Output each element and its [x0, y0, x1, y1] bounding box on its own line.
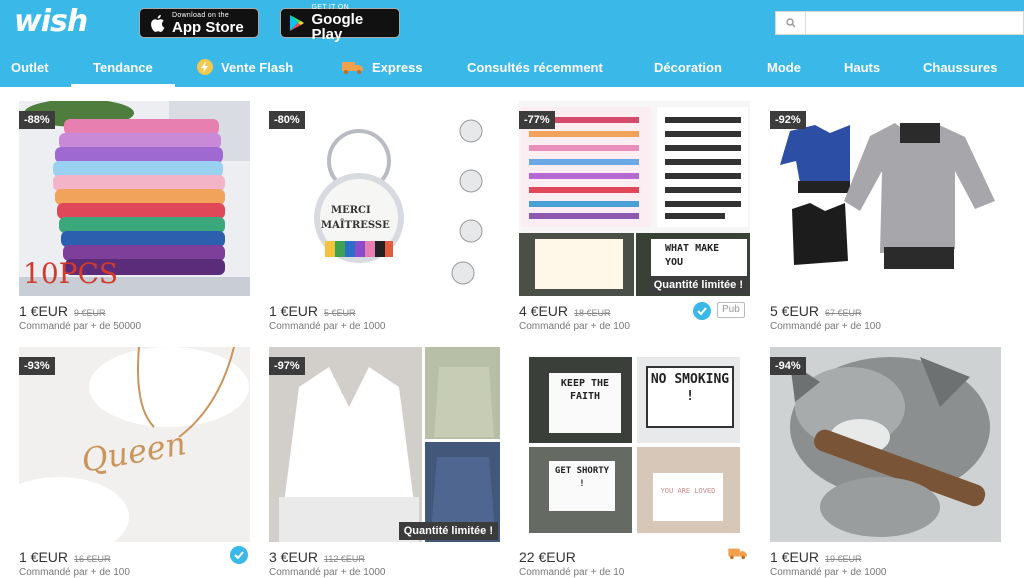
camisole-image [269, 347, 500, 542]
image-caption: MAÎTRESSE [321, 220, 390, 231]
truck-icon [727, 546, 749, 565]
image-caption: GET SHORTY ! [554, 466, 610, 489]
product-image[interactable]: WHAT MAKE YOU -77% Quantité limitée ! [519, 101, 750, 296]
product-price: 22 €EUR [519, 549, 576, 565]
app-store-label: App Store [172, 18, 244, 36]
google-play-small-label: GET IT ON [311, 4, 349, 11]
original-price: 19 €EUR [825, 554, 862, 564]
discount-badge: -80% [269, 111, 305, 129]
nav-label: Vente Flash [221, 59, 294, 75]
product-price: 1 €EUR [269, 303, 319, 319]
order-count: Commandé par + de 1000 [269, 567, 386, 578]
discount-badge: -97% [269, 357, 305, 375]
google-play-button[interactable]: GET IT ON Google Play [280, 4, 400, 42]
discount-badge: -92% [770, 111, 806, 129]
nav-label: Tendance [93, 59, 153, 75]
nav-vente-flash[interactable]: Vente Flash [196, 47, 293, 87]
nav-label: Chaussures [923, 59, 998, 75]
nav-label: Consultés récemment [467, 59, 603, 75]
product-image[interactable]: -94% [770, 347, 1001, 542]
product-image[interactable]: -97% Quantité limitée ! [269, 347, 500, 542]
nav-outlet[interactable]: Outlet [11, 47, 49, 87]
product-price: 1 €EUR [770, 549, 820, 565]
clothing-image [770, 101, 1001, 296]
nav-label: Mode [767, 59, 801, 75]
nav-label: Décoration [654, 59, 722, 75]
product-image[interactable]: MERCI MAÎTRESSE -80% [269, 101, 500, 296]
top-bar: wish Download on the App Store GET IT ON… [0, 0, 1024, 47]
nav-label: Outlet [11, 59, 49, 75]
product-price: 4 €EUR [519, 303, 569, 319]
sponsored-badge: Pub [717, 302, 745, 318]
image-caption: MERCI [331, 205, 371, 216]
cat-image [770, 347, 1001, 542]
order-count: Commandé par + de 100 [770, 321, 881, 332]
limited-quantity-badge: Quantité limitée ! [398, 522, 498, 540]
image-caption: KEEP THE FAITH [560, 378, 610, 402]
order-count: Commandé par + de 10 [519, 567, 625, 578]
apple-icon [148, 13, 166, 33]
nav-hauts[interactable]: Hauts [844, 47, 880, 87]
original-price: 9 €EUR [74, 308, 106, 318]
discount-badge: -77% [519, 111, 555, 129]
nav-recently-viewed[interactable]: Consultés récemment [467, 47, 603, 87]
search-input[interactable] [807, 12, 1023, 34]
app-store-button[interactable]: Download on the App Store [139, 8, 259, 38]
image-caption: WHAT MAKE YOU [665, 243, 720, 268]
order-count: Commandé par + de 100 [19, 567, 130, 578]
nav-decoration[interactable]: Décoration [654, 47, 722, 87]
discount-badge: -94% [770, 357, 806, 375]
nav-mode[interactable]: Mode [767, 47, 801, 87]
image-caption: YOU ARE LOVED [660, 487, 716, 495]
nav-chaussures[interactable]: Chaussures [923, 47, 997, 87]
discount-badge: -88% [19, 111, 55, 129]
category-nav: Outlet Tendance Vente Flash Express Cons… [0, 47, 1024, 87]
wish-logo[interactable]: wish [14, 4, 88, 39]
nav-express[interactable]: Express [341, 47, 423, 87]
discount-badge: -93% [19, 357, 55, 375]
original-price: 18 €EUR [574, 308, 611, 318]
order-count: Commandé par + de 1000 [269, 321, 386, 332]
nav-label: Express [372, 59, 423, 75]
search-icon[interactable] [776, 12, 806, 34]
search-box [775, 11, 1024, 35]
order-count: Commandé par + de 1000 [770, 567, 887, 578]
original-price: 112 €EUR [324, 554, 365, 564]
original-price: 67 €EUR [825, 308, 862, 318]
product-image[interactable]: Queen -93% [19, 347, 250, 542]
product-image[interactable]: -92% [770, 101, 1001, 296]
app-store-small-label: Download on the [172, 11, 230, 19]
verified-icon [230, 546, 248, 564]
image-caption: NO SMOKING ! [650, 372, 730, 404]
image-caption: 10PCS [23, 257, 119, 290]
keyring-image [269, 101, 500, 296]
flash-icon [196, 58, 214, 76]
product-price: 3 €EUR [269, 549, 319, 565]
google-play-label: Google Play [311, 11, 364, 43]
original-price: 16 €EUR [74, 554, 111, 564]
product-price: 5 €EUR [770, 303, 820, 319]
product-image[interactable]: KEEP THE FAITH NO SMOKING ! GET SHORTY !… [519, 347, 750, 542]
nav-tendance[interactable]: Tendance [71, 47, 175, 87]
product-price: 1 €EUR [19, 303, 69, 319]
play-icon [289, 13, 306, 33]
verified-icon [693, 302, 711, 320]
nav-label: Hauts [844, 59, 881, 75]
order-count: Commandé par + de 100 [519, 321, 630, 332]
original-price: 5 €EUR [324, 308, 356, 318]
limited-quantity-badge: Quantité limitée ! [648, 276, 748, 294]
product-image[interactable]: 10PCS -88% [19, 101, 250, 296]
order-count: Commandé par + de 50000 [19, 321, 142, 332]
truck-icon [341, 59, 365, 75]
product-price: 1 €EUR [19, 549, 69, 565]
